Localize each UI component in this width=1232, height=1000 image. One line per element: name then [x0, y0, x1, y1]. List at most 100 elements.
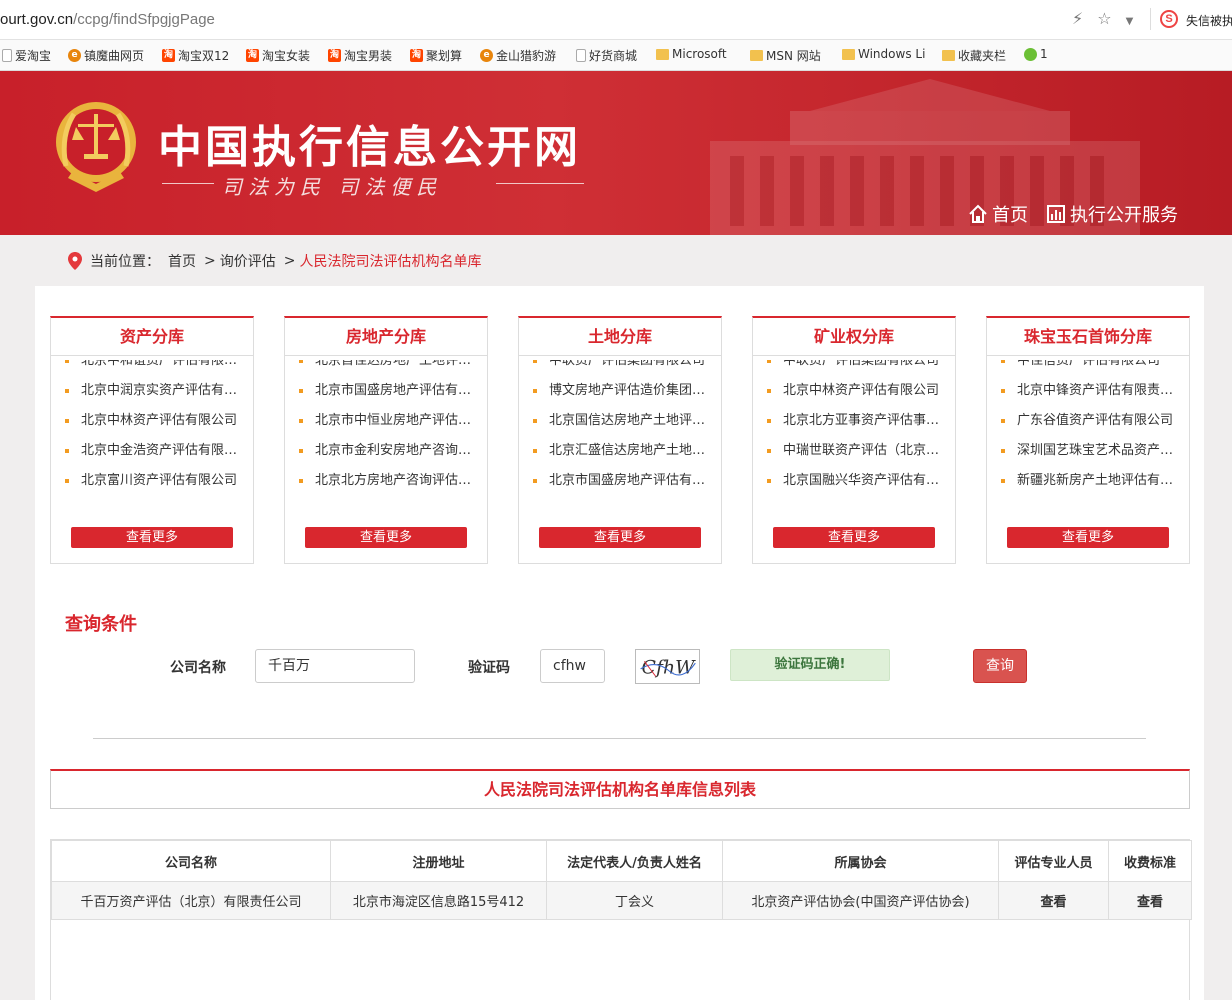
star-icon[interactable]: ☆ [1097, 9, 1111, 28]
toolbar-divider [1150, 8, 1151, 30]
list-item[interactable]: 北京北方房地产咨询评估有限公司 [285, 466, 487, 492]
view-appraisers-link[interactable]: 查看 [998, 881, 1109, 920]
breadcrumb-separator: > [283, 253, 296, 269]
news-ticker[interactable]: 失信被执 [1186, 12, 1232, 29]
chevron-down-icon[interactable]: ▼ [1126, 16, 1134, 27]
category-list: 北京首佳达房地产土地评估有限公司 北京市国盛房地产评估有限公司 北京市中恒业房地… [285, 360, 487, 492]
list-item[interactable]: 北京中和谊资产评估有限公司 [51, 360, 253, 376]
list-item[interactable]: 中联资产评估集团有限公司 [753, 360, 955, 376]
category-land: 土地分库 中联资产评估集团有限公司 博文房地产评估造价集团有限公司 北京国信达房… [518, 316, 722, 564]
sogou-icon[interactable]: S [1160, 10, 1178, 28]
taobao-icon: 淘 [410, 49, 423, 62]
list-item[interactable]: 北京市中恒业房地产评估有限公司 [285, 406, 487, 436]
bookmark-item[interactable]: 1 [1024, 47, 1048, 61]
lightning-icon[interactable]: ⚡ [1072, 9, 1083, 28]
list-item[interactable]: 北京中润京实资产评估有限公司 [51, 376, 253, 406]
list-item[interactable]: 北京中林资产评估有限公司 [753, 376, 955, 406]
list-item[interactable]: 北京国信达房地产土地评估有限公司 [519, 406, 721, 436]
address-cell: 北京市海淀区信息路15号412 [330, 881, 547, 920]
breadcrumb-home[interactable]: 首页 [168, 251, 196, 271]
category-real-estate: 房地产分库 北京首佳达房地产土地评估有限公司 北京市国盛房地产评估有限公司 北京… [284, 316, 488, 564]
bookmark-folder[interactable]: 收藏夹栏 [942, 47, 1006, 64]
category-title: 资产分库 [51, 318, 253, 356]
list-item[interactable]: 北京富川资产评估有限公司 [51, 466, 253, 492]
site-slogan: 司法为民 司法便民 [222, 175, 443, 199]
captcha-image[interactable]: CfhW [635, 649, 700, 684]
list-item[interactable]: 广东谷值资产评估有限公司 [987, 406, 1189, 436]
list-item[interactable]: 北京中锋资产评估有限责任公司 [987, 376, 1189, 406]
list-item[interactable]: 中联资产评估集团有限公司 [519, 360, 721, 376]
list-item[interactable]: 北京首佳达房地产土地评估有限公司 [285, 360, 487, 376]
column-header: 法定代表人/负责人姓名 [546, 840, 723, 882]
association-cell: 北京资产评估协会(中国资产评估协会) [722, 881, 999, 920]
list-item[interactable]: 北京北方亚事资产评估事务所 [753, 406, 955, 436]
column-header: 收费标准 [1108, 840, 1192, 882]
slogan-line-left [162, 183, 214, 184]
bookmark-folder[interactable]: Windows Li [842, 47, 925, 61]
list-item[interactable]: 北京中金浩资产评估有限公司 [51, 436, 253, 466]
chart-icon [1047, 205, 1065, 223]
captcha-success-message: 验证码正确! [730, 649, 890, 681]
bookmark-folder[interactable]: MSN 网站 [750, 47, 821, 64]
bookmark-item[interactable]: 淘淘宝双12 [162, 47, 229, 64]
page-icon [576, 49, 586, 62]
list-item[interactable]: 新疆兆新房产土地评估有限公司 [987, 466, 1189, 492]
nav-home[interactable]: 首页 [968, 201, 1028, 227]
site-title: 中国执行信息公开网 [158, 122, 581, 173]
company-name-input[interactable]: 千百万 [255, 649, 415, 683]
bookmark-item[interactable]: 好货商城 [576, 47, 637, 64]
view-fee-standard-link[interactable]: 查看 [1108, 881, 1192, 920]
category-list: 中联资产评估集团有限公司 北京中林资产评估有限公司 北京北方亚事资产评估事务所 … [753, 360, 955, 492]
captcha-label: 验证码 [468, 660, 510, 676]
nav-execution-service[interactable]: 执行公开服务 [1046, 201, 1178, 227]
list-item[interactable]: 中佳信资产评估有限公司 [987, 360, 1189, 376]
bookmarks-bar: 爱淘宝 e 镇魔曲网页 淘淘宝双12 淘淘宝女装 淘淘宝男装 淘聚划算 e 金山猎豹… [0, 40, 1232, 71]
query-title: 查询条件 [65, 614, 137, 635]
search-button[interactable]: 查询 [973, 649, 1027, 683]
category-list: 北京中和谊资产评估有限公司 北京中润京实资产评估有限公司 北京中林资产评估有限公… [51, 360, 253, 492]
category-title: 矿业权分库 [753, 318, 955, 356]
bookmark-item[interactable]: 淘聚划算 [410, 47, 462, 64]
view-more-button[interactable]: 查看更多 [773, 527, 935, 548]
category-jewelry: 珠宝玉石首饰分库 中佳信资产评估有限公司 北京中锋资产评估有限责任公司 广东谷值… [986, 316, 1190, 564]
category-title: 房地产分库 [285, 318, 487, 356]
result-table-container: 公司名称 注册地址 法定代表人/负责人姓名 所属协会 评估专业人员 收费标准 千… [50, 839, 1192, 1000]
bookmark-item[interactable]: 爱淘宝 [2, 47, 51, 64]
bookmark-item[interactable]: 淘淘宝男装 [328, 47, 392, 64]
list-item[interactable]: 博文房地产评估造价集团有限公司 [519, 376, 721, 406]
folder-icon [750, 50, 763, 61]
category-list: 中佳信资产评估有限公司 北京中锋资产评估有限责任公司 广东谷值资产评估有限公司 … [987, 360, 1189, 492]
view-more-button[interactable]: 查看更多 [1007, 527, 1169, 548]
company-name-cell: 千百万资产评估（北京）有限责任公司 [51, 881, 331, 920]
bookmark-item[interactable]: 淘淘宝女装 [246, 47, 310, 64]
page-icon [2, 49, 12, 62]
list-item[interactable]: 北京中林资产评估有限公司 [51, 406, 253, 436]
list-item[interactable]: 中瑞世联资产评估（北京）有限公司 [753, 436, 955, 466]
bookmark-folder[interactable]: Microsoft [656, 47, 727, 61]
category-asset: 资产分库 北京中和谊资产评估有限公司 北京中润京实资产评估有限公司 北京中林资产… [50, 316, 254, 564]
list-item[interactable]: 北京国融兴华资产评估有限公司 [753, 466, 955, 492]
folder-icon [942, 50, 955, 61]
view-more-button[interactable]: 查看更多 [305, 527, 467, 548]
captcha-input[interactable]: cfhw [540, 649, 605, 683]
bookmark-item[interactable]: e 镇魔曲网页 [68, 47, 144, 64]
view-more-button[interactable]: 查看更多 [539, 527, 701, 548]
taobao-icon: 淘 [162, 49, 175, 62]
table-row: 千百万资产评估（北京）有限责任公司 北京市海淀区信息路15号412 丁会义 北京… [51, 881, 1192, 920]
list-item[interactable]: 北京市国盛房地产评估有限公司 [519, 466, 721, 492]
url-field[interactable]: ourt.gov.cn/ccpg/findSfpgjgPage [0, 11, 215, 28]
list-item[interactable]: 深圳国艺珠宝艺术品资产评估有限公司 [987, 436, 1189, 466]
content-panel: 资产分库 北京中和谊资产评估有限公司 北京中润京实资产评估有限公司 北京中林资产… [35, 286, 1204, 1000]
breadcrumb-label: 当前位置： [90, 254, 160, 270]
location-pin-icon [68, 252, 82, 270]
view-more-button[interactable]: 查看更多 [71, 527, 233, 548]
slogan-line-right [496, 183, 584, 184]
breadcrumb-inquiry-evaluation[interactable]: 询价评估 [220, 251, 276, 271]
ie-icon: e [480, 49, 493, 62]
list-item[interactable]: 北京市国盛房地产评估有限公司 [285, 376, 487, 406]
category-mining-rights: 矿业权分库 中联资产评估集团有限公司 北京中林资产评估有限公司 北京北方亚事资产… [752, 316, 956, 564]
list-item[interactable]: 北京市金利安房地产咨询评估有限公司 [285, 436, 487, 466]
list-item[interactable]: 北京汇盛信达房地产土地评估有限公司 [519, 436, 721, 466]
bookmark-item[interactable]: e 金山猎豹游 [480, 47, 556, 64]
table-header-row: 公司名称 注册地址 法定代表人/负责人姓名 所属协会 评估专业人员 收费标准 [51, 840, 1192, 882]
